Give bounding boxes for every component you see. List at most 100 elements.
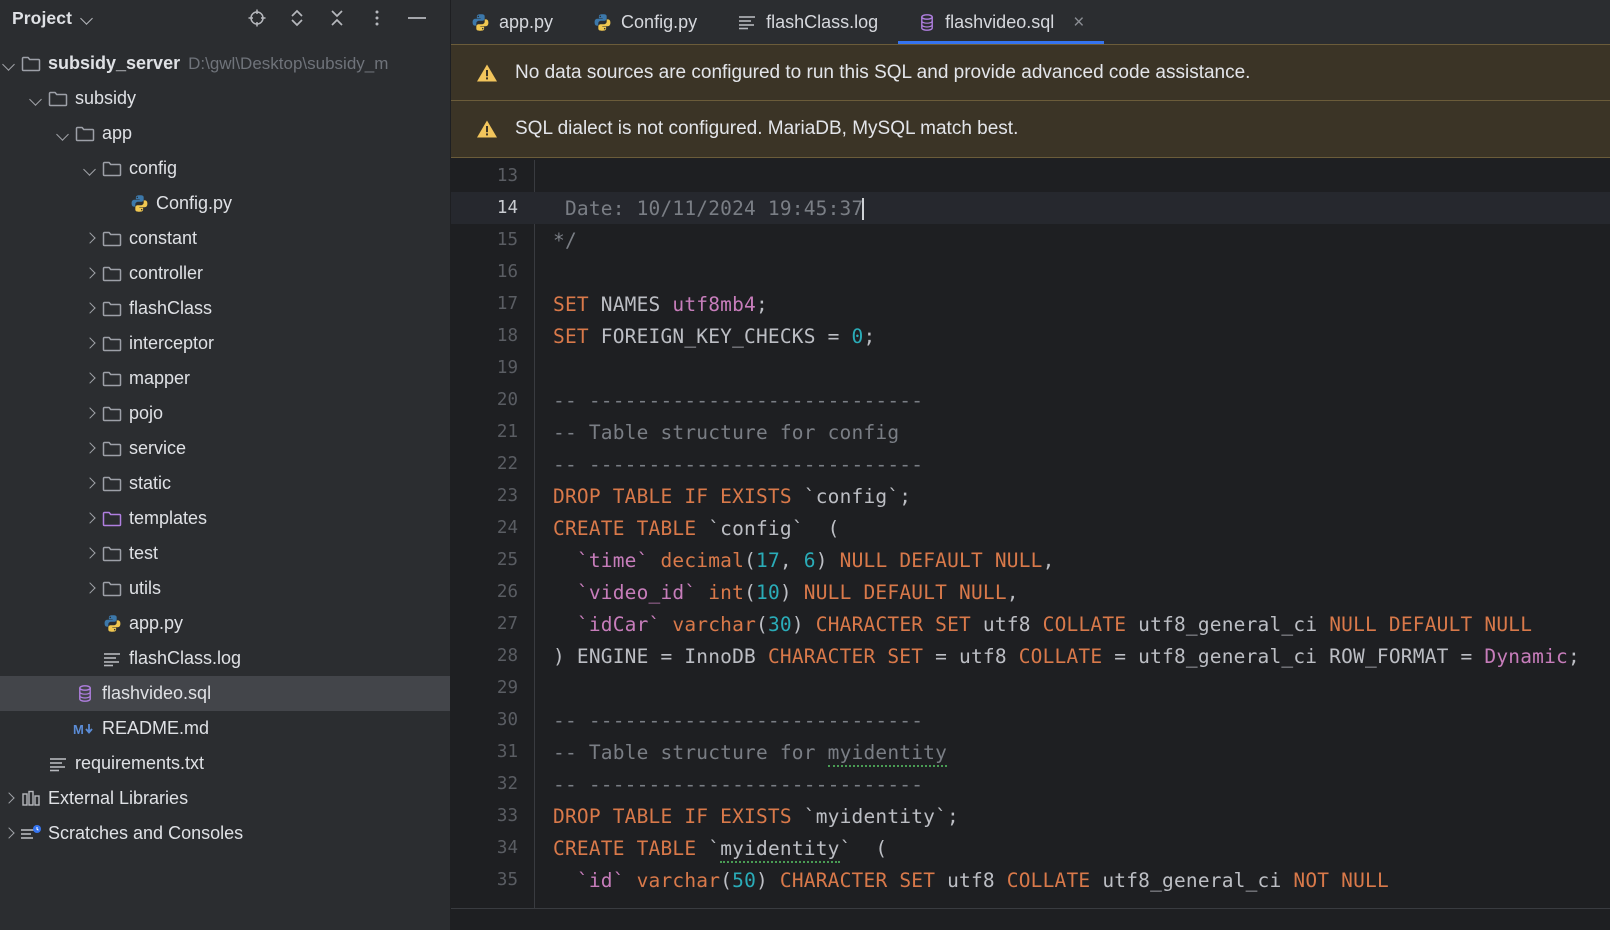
text-file-icon (737, 14, 757, 30)
chevron-right-icon[interactable] (81, 405, 99, 423)
tree-item-subsidy[interactable]: subsidy (0, 81, 450, 116)
code-line: 25 `time` decimal(17, 6) NULL DEFAULT NU… (451, 544, 1610, 576)
tree-item-controller[interactable]: controller (0, 256, 450, 291)
code-line: 20 -- ---------------------------- (451, 384, 1610, 416)
tab-flashvideo-sql[interactable]: flashvideo.sql × (898, 0, 1105, 44)
tree-item-static[interactable]: static (0, 466, 450, 501)
folder-icon (99, 230, 125, 248)
code-line: 21 -- Table structure for config (451, 416, 1610, 448)
tree-item-constant[interactable]: constant (0, 221, 450, 256)
chevron-down-icon[interactable] (80, 11, 96, 27)
warning-icon (475, 118, 499, 140)
chevron-down-icon[interactable] (0, 55, 18, 73)
chevron-down-icon[interactable] (54, 125, 72, 143)
svg-text:M: M (73, 722, 84, 737)
tree-item-requirements-txt[interactable]: requirements.txt (0, 746, 450, 781)
locate-file-icon[interactable] (246, 7, 268, 29)
chevron-right-icon[interactable] (81, 440, 99, 458)
chevron-right-icon[interactable] (81, 580, 99, 598)
tree-item-mapper[interactable]: mapper (0, 361, 450, 396)
tree-item-config-py[interactable]: Config.py (0, 186, 450, 221)
folder-icon (99, 475, 125, 493)
tree-item-label: Config.py (156, 193, 233, 213)
tree-item-label: flashvideo.sql (102, 683, 212, 703)
tree-item-flashclass-log[interactable]: flashClass.log (0, 641, 450, 676)
tree-item-scratches-and-consoles[interactable]: Scratches and Consoles (0, 816, 450, 851)
tree-item-flashclass[interactable]: flashClass (0, 291, 450, 326)
chevron-right-icon[interactable] (81, 510, 99, 528)
code-line: 30 -- ---------------------------- (451, 704, 1610, 736)
project-panel-header: Project (0, 0, 450, 36)
tree-item-subsidy-server[interactable]: subsidy_server D:\gwl\Desktop\subsidy_m (0, 46, 450, 81)
chevron-down-icon[interactable] (27, 90, 45, 108)
chevron-right-icon[interactable] (81, 370, 99, 388)
code-text: CREATE TABLE `config` ( (553, 516, 840, 540)
tree-item-label: README.md (102, 718, 210, 738)
tree-item-app[interactable]: app (0, 116, 450, 151)
banner-text: No data sources are configured to run th… (515, 61, 1251, 83)
tree-item-test[interactable]: test (0, 536, 450, 571)
tab-label: flashvideo.sql (945, 11, 1055, 32)
inspection-banner: No data sources are configured to run th… (451, 44, 1610, 101)
code-line: 14 Date: 10/11/2024 19:45:37 (451, 192, 1610, 224)
line-number: 17 (496, 294, 518, 314)
tree-item-label: config (129, 158, 178, 178)
horizontal-scrollbar[interactable] (451, 908, 1610, 930)
tree-item-label: External Libraries (48, 788, 189, 808)
tree-item-service[interactable]: service (0, 431, 450, 466)
chevron-right-icon[interactable] (81, 475, 99, 493)
tree-item-app-py[interactable]: app.py (0, 606, 450, 641)
python-file-icon (593, 13, 612, 32)
tree-item-label: static (129, 473, 172, 493)
tree-item-label: requirements.txt (75, 753, 205, 773)
inspection-banner: SQL dialect is not configured. MariaDB, … (451, 101, 1610, 158)
folder-templates-icon (99, 510, 125, 528)
minimize-icon[interactable] (406, 7, 428, 29)
code-text: `idCar` varchar(30) CHARACTER SET utf8 C… (576, 612, 1533, 636)
line-number: 20 (496, 390, 518, 410)
chevron-right-icon[interactable] (0, 790, 18, 808)
tree-item-label: flashClass.log (129, 648, 242, 668)
banner-text: SQL dialect is not configured. MariaDB, … (515, 118, 1019, 139)
tree-item-config[interactable]: config (0, 151, 450, 186)
line-number: 33 (496, 806, 518, 826)
folder-icon (99, 440, 125, 458)
line-number: 34 (496, 838, 518, 858)
line-number: 24 (496, 518, 518, 538)
code-text: DROP TABLE IF EXISTS `config`; (553, 484, 912, 508)
tree-item-flashvideo-sql[interactable]: flashvideo.sql (0, 676, 450, 711)
tree-item-external-libraries[interactable]: External Libraries (0, 781, 450, 816)
tab-flashclass-log[interactable]: flashClass.log (717, 0, 898, 44)
expand-all-icon[interactable] (286, 7, 308, 29)
tab-config-py[interactable]: Config.py (573, 0, 717, 44)
collapse-all-icon[interactable] (326, 7, 348, 29)
chevron-right-icon[interactable] (81, 300, 99, 318)
project-tree: subsidy_server D:\gwl\Desktop\subsidy_m su… (0, 36, 450, 851)
chevron-right-icon[interactable] (81, 545, 99, 563)
code-editor[interactable]: 13 14 Date: 10/11/2024 19:45:37 15 */ 16 17 SE… (451, 160, 1610, 908)
code-text: CREATE TABLE `myidentity` ( (535, 836, 887, 863)
chevron-right-icon[interactable] (81, 265, 99, 283)
line-number: 18 (496, 326, 518, 346)
chevron-right-icon[interactable] (81, 335, 99, 353)
tree-item-pojo[interactable]: pojo (0, 396, 450, 431)
tree-item-utils[interactable]: utils (0, 571, 450, 606)
more-options-icon[interactable] (366, 7, 388, 29)
code-line: 24 CREATE TABLE `config` ( (451, 512, 1610, 544)
tree-item-readme-md[interactable]: M README.md (0, 711, 450, 746)
folder-icon (99, 580, 125, 598)
chevron-right-icon[interactable] (0, 825, 18, 843)
chevron-down-icon[interactable] (81, 160, 99, 178)
tree-item-interceptor[interactable]: interceptor (0, 326, 450, 361)
chevron-right-icon[interactable] (81, 230, 99, 248)
code-text: Date: 10/11/2024 19:45:37 (553, 196, 865, 220)
editor-area: app.py Config.py flashClass.log flashvideo.… (451, 0, 1610, 930)
tab-app-py[interactable]: app.py (451, 0, 573, 44)
close-icon[interactable]: × (1073, 13, 1084, 32)
tree-item-label: flashClass (129, 298, 213, 318)
tree-item-templates[interactable]: templates (0, 501, 450, 536)
line-number: 21 (496, 422, 518, 442)
code-text: -- ---------------------------- (553, 452, 924, 476)
